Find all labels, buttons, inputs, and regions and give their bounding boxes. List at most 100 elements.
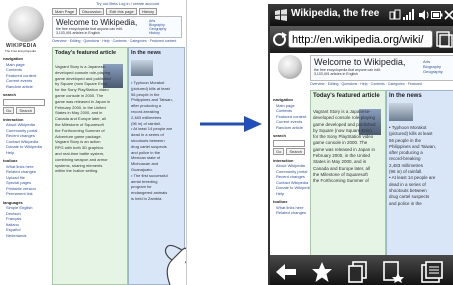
search-heading: search [273,133,286,138]
featured-title: Today's featured article [313,93,380,99]
text-line: and real-time battle system, [55,150,105,156]
arrow-right-icon [200,116,262,132]
portal-history[interactable]: History [149,31,166,35]
news-title: In the news [389,93,422,99]
page-tabs: Main Page Discussion Edit this page Hist… [52,8,158,15]
text-line: combining weapon and armor [55,156,108,162]
sidebar-item-random[interactable]: Random article [3,84,49,90]
tabs-icon[interactable] [436,31,453,48]
news-text: • Typhoon Morakot (pictured) kills at lea… [131,80,173,202]
news-image [131,60,153,76]
search-button[interactable]: Search [286,147,306,155]
connection-icon [389,9,401,20]
text-line: drug cartel suspects [389,194,430,200]
volume-icon[interactable] [418,9,430,21]
refresh-icon[interactable] [272,31,287,48]
welcome-box: Welcome to Wikipedia, the free encyclope… [310,55,453,81]
bottom-toolbar [270,255,453,285]
sidebar-item-permanent[interactable]: Permanent link [3,191,49,197]
text-line: the Milestone of Squaresoft [55,121,104,127]
welcome-box: Welcome to Wikipedia, the free encyclope… [52,16,182,38]
sidebar-item-related[interactable]: Related changes [273,210,307,216]
text-line: the Forthcoming Summer of [313,178,369,184]
overview-links[interactable]: Overview · Editing · Questions · Help · … [52,39,176,44]
sidebar-item-random[interactable]: Random article [273,125,307,131]
search-button[interactable]: Search [16,106,36,114]
news-image [389,103,413,121]
top-links[interactable]: Try out Beta Log in / create account [96,1,159,6]
portal-links[interactable]: Arts Biography Geography [423,59,443,74]
favorites-button[interactable] [310,260,334,284]
tab-edit[interactable]: Edit this page [106,8,137,15]
portal-geography[interactable]: Geography [423,69,443,74]
featured-text: Vagrant Story is a Japanese-developed co… [313,109,376,185]
search-input[interactable] [273,139,305,147]
sidebar-item-about[interactable]: About Wikipedia [273,163,307,169]
news-box: In the news • Typhoon Morakot (pictured) … [386,90,453,255]
featured-text: Vagrant Story is a Japanese-developed co… [55,64,111,174]
text-line: game developed and published [313,121,376,127]
text-line: within the Ivalice setting. [55,168,99,174]
text-line: developed console role-playing [55,69,111,75]
pages-icon [348,261,367,283]
text-line: (pictured) kills at least [389,131,433,137]
back-button[interactable] [274,260,298,284]
tab-discussion[interactable]: Discussion [79,8,105,15]
tab-main-page[interactable]: Main Page [52,8,78,15]
welcome-title: Welcome to Wikipedia, [56,18,138,27]
left-page-frame: WIKIPEDIA The Free Encyclopedia Try out … [0,0,187,285]
text-line: drug cartel suspects [131,143,167,149]
status-bar: Wikipedia, the free [270,4,453,26]
go-button[interactable]: Go [273,147,285,155]
battery-icon [431,11,443,19]
text-line: • The first successful [131,172,168,178]
text-line: game was released in Japan in [55,98,111,104]
tab-history[interactable]: History [138,8,158,15]
portal-links[interactable]: Arts Biography Geography History [149,19,166,35]
phone-screen: Wikipedia, the free http://en.wikipedia.… [268,4,453,285]
star-icon [312,262,332,282]
signal-strength-icon [403,9,414,20]
page-options-button[interactable] [346,260,370,284]
sidebar-item-help[interactable]: Help [273,191,307,197]
wikipedia-logo-icon[interactable] [8,6,44,42]
logo-subtitle: The Free Encyclopedia [5,49,36,53]
welcome-count: 3,103,491 articles in English [56,31,100,35]
wikipedia-logo-icon[interactable] [278,55,302,79]
sidebar-item-donate[interactable]: Donate to Wikipedia [273,185,312,191]
go-button[interactable]: Go [3,106,15,114]
news-title: In the news [131,50,161,56]
text-line: States in May 2000, and in [313,159,367,165]
sidebar-item-recent-changes[interactable]: Recent changes [273,174,307,180]
sidebar: navigation Main page Contents Featured c… [3,56,49,238]
text-line: game console in 2000. The [55,92,104,98]
search-input[interactable] [3,98,45,106]
menu-button[interactable] [420,260,444,284]
sidebar-item-help[interactable]: Help [3,150,49,156]
url-input[interactable]: http://en.wikipedia.org/wiki/ [288,30,433,48]
featured-title: Today's featured article [55,50,117,56]
text-line: is held in Zambia. [131,195,163,201]
featured-article-box: Today's featured article Vagrant Story i… [52,47,128,285]
text-line: developed console role-playing [313,115,376,121]
language-item[interactable]: Nederlands [3,233,49,239]
sidebar: navigation Main page Contents Featured c… [273,97,312,216]
hand-pointer-icon [164,244,186,285]
window-title: Wikipedia, the free [291,8,380,19]
sidebar-item-current-events[interactable]: Current events [273,119,307,125]
welcome-count: 3,103,491 articles in English [314,72,358,76]
close-icon[interactable] [444,9,453,21]
news-text: • Typhoon Morakot (pictured) kills at lea… [389,125,436,207]
phone-page: Welcome to Wikipedia, the free encyclope… [270,53,453,255]
menu-icon [421,261,443,283]
add-favorite-icon [383,261,404,283]
text-line: • At least 14 people are [389,175,436,181]
windows-start-icon[interactable] [274,8,288,22]
add-favorite-button[interactable] [382,260,406,284]
back-arrow-icon [276,264,296,280]
text-line: and police in the [389,200,422,206]
address-bar: http://en.wikipedia.org/wiki/ [270,26,453,53]
text-line: the Forthcoming Summer of [55,127,105,133]
text-line: (pictured) kills at least [131,85,170,91]
overview-links[interactable]: Overview · Editing · Questions · Help · … [310,82,422,87]
